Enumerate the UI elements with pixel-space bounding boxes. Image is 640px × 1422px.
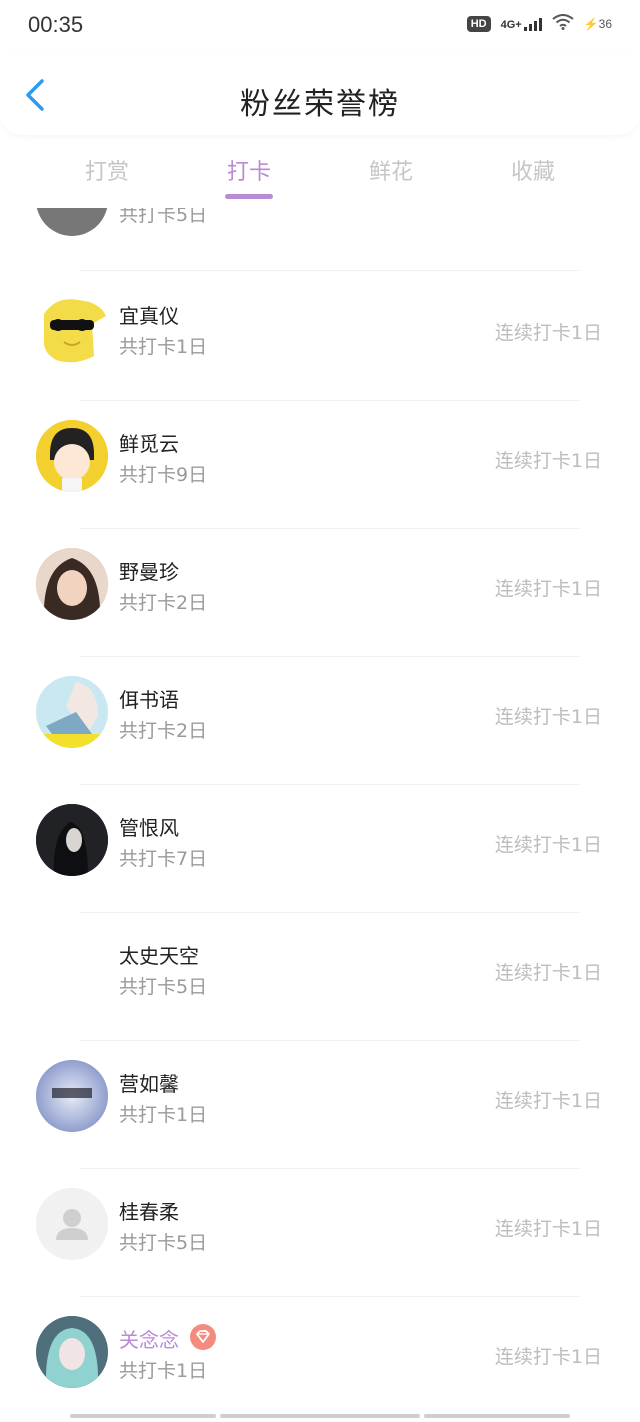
checkin-total: 共打卡9日 <box>119 464 208 486</box>
avatar <box>36 548 108 620</box>
wifi-icon <box>552 14 574 34</box>
checkin-total: 共打卡5日 <box>119 1232 208 1254</box>
bottom-scroll-indicator <box>424 1414 570 1418</box>
tab-checkin[interactable]: 打卡 <box>199 154 299 186</box>
avatar <box>36 420 108 492</box>
checkin-streak: 连续打卡1日 <box>494 322 602 344</box>
checkin-total: 共打卡5日 <box>119 976 208 998</box>
checkin-total: 共打卡1日 <box>119 1360 208 1382</box>
cellular-signal-icon: 4G+ <box>501 17 542 31</box>
tab-reward[interactable]: 打赏 <box>57 154 157 186</box>
list-item[interactable]: 桂春柔 共打卡5日 连续打卡1日 <box>0 1168 640 1296</box>
list-item[interactable]: 关念念 共打卡1日 连续打卡1日 <box>0 1296 640 1408</box>
checkin-streak: 连续打卡1日 <box>494 1090 602 1112</box>
header: 粉丝荣誉榜 <box>0 55 640 135</box>
bottom-scroll-indicator <box>70 1414 216 1418</box>
status-time: 00:35 <box>28 12 84 37</box>
default-person-icon <box>36 1188 108 1260</box>
checkin-total: 共打卡1日 <box>119 336 208 358</box>
checkin-total: 共打卡7日 <box>119 848 208 870</box>
checkin-total: 共打卡2日 <box>119 720 208 742</box>
user-name: 桂春柔 <box>119 1200 179 1224</box>
tab-favorites[interactable]: 收藏 <box>483 154 583 186</box>
battery-level: 36 <box>598 17 612 31</box>
tab-bar: 打赏 打卡 鲜花 收藏 <box>0 148 640 208</box>
user-name: 管恨风 <box>119 816 179 840</box>
avatar <box>36 294 108 366</box>
checkin-total: 共打卡2日 <box>119 592 208 614</box>
page-title: 粉丝荣誉榜 <box>240 87 400 122</box>
battery-icon: ⚡36 <box>583 17 612 31</box>
checkin-streak: 连续打卡1日 <box>494 834 602 856</box>
active-tab-indicator <box>225 194 273 199</box>
user-name: 营如馨 <box>119 1072 179 1096</box>
checkin-total: 共打卡1日 <box>119 1104 208 1126</box>
ranking-list[interactable]: 共打卡5日 宜真仪 共打卡1日 连续打卡1日 鲜觅云 共打卡9日 连续打卡1日 … <box>0 208 640 1408</box>
tab-flowers[interactable]: 鲜花 <box>341 154 441 186</box>
bottom-scroll-indicator <box>220 1414 420 1418</box>
user-name: 宜真仪 <box>119 304 179 328</box>
avatar <box>36 208 108 236</box>
checkin-streak: 连续打卡1日 <box>494 1218 602 1240</box>
divider <box>80 270 580 271</box>
checkin-streak: 连续打卡1日 <box>494 962 602 984</box>
avatar <box>36 932 108 1004</box>
list-item[interactable]: 太史天空 共打卡5日 连续打卡1日 <box>0 912 640 1040</box>
list-item[interactable]: 管恨风 共打卡7日 连续打卡1日 <box>0 784 640 912</box>
avatar <box>36 804 108 876</box>
network-type-label: 4G+ <box>500 19 522 31</box>
avatar <box>36 676 108 748</box>
status-icons: HD 4G+ ⚡36 <box>466 14 612 34</box>
list-item[interactable]: 营如馨 共打卡1日 连续打卡1日 <box>0 1040 640 1168</box>
list-item-partial[interactable]: 共打卡5日 <box>0 208 640 236</box>
hd-icon: HD <box>466 16 491 32</box>
checkin-streak: 连续打卡1日 <box>494 450 602 472</box>
list-item[interactable]: 佴书语 共打卡2日 连续打卡1日 <box>0 656 640 784</box>
checkin-streak: 连续打卡1日 <box>494 578 602 600</box>
checkin-streak: 连续打卡1日 <box>494 1346 602 1368</box>
status-bar: 00:35 HD 4G+ ⚡36 <box>0 0 640 50</box>
user-name: 野曼珍 <box>119 560 179 584</box>
avatar <box>36 1316 108 1388</box>
avatar <box>36 1188 108 1260</box>
vip-diamond-icon <box>190 1324 216 1350</box>
user-name: 鲜觅云 <box>119 432 179 456</box>
user-name: 佴书语 <box>119 688 179 712</box>
checkin-total: 共打卡5日 <box>119 208 208 226</box>
list-item[interactable]: 宜真仪 共打卡1日 连续打卡1日 <box>0 272 640 400</box>
list-item[interactable]: 野曼珍 共打卡2日 连续打卡1日 <box>0 528 640 656</box>
checkin-streak: 连续打卡1日 <box>494 706 602 728</box>
user-name: 关念念 <box>119 1328 179 1352</box>
list-item[interactable]: 鲜觅云 共打卡9日 连续打卡1日 <box>0 400 640 528</box>
user-name: 太史天空 <box>119 944 199 968</box>
avatar <box>36 1060 108 1132</box>
